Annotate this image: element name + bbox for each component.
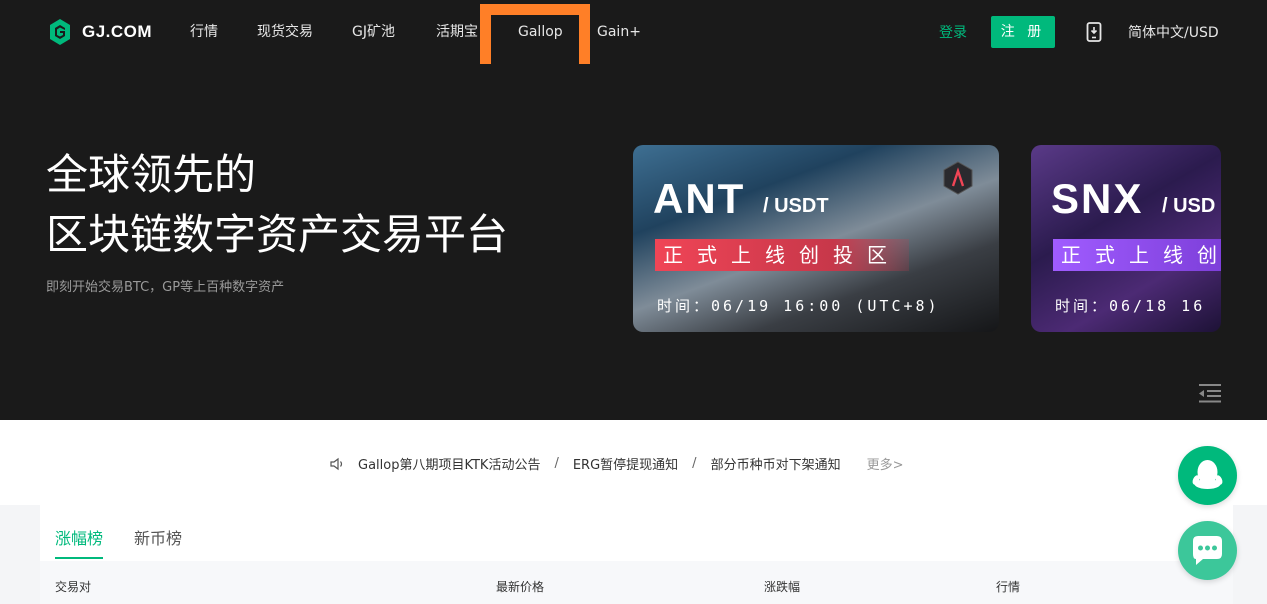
announcement-item[interactable]: Gallop第八期项目KTK活动公告	[358, 454, 540, 473]
banner-pair: / USDT	[763, 195, 829, 217]
hero-title-line2: 区块链数字资产交易平台	[46, 210, 509, 259]
column-header-price[interactable]: 最新价格	[496, 578, 544, 595]
nav-item-savings[interactable]: 活期宝	[436, 22, 478, 42]
login-link[interactable]: 登录	[939, 22, 967, 42]
separator: /	[554, 456, 559, 471]
top-navbar: GJ.COM 行情 现货交易 GJ矿池 活期宝 Gallop Gain+ 登录 …	[0, 0, 1267, 64]
banner-coin: ANT	[653, 175, 746, 222]
more-announcements-link[interactable]: 更多>	[867, 454, 904, 473]
column-header-pair[interactable]: 交易对	[55, 578, 91, 595]
announcement-bar: Gallop第八期项目KTK活动公告 / ERG暂停提现通知 / 部分币种币对下…	[0, 420, 1267, 505]
logo[interactable]: GJ.COM	[48, 19, 152, 45]
active-tab-indicator	[55, 557, 103, 559]
chat-bubble-icon	[1193, 536, 1222, 565]
column-header-chart: 行情	[996, 580, 1021, 594]
tab-gainers[interactable]: 涨幅榜	[55, 525, 103, 549]
collapse-menu-icon[interactable]	[1198, 383, 1222, 403]
qq-contact-button[interactable]	[1178, 446, 1237, 505]
speaker-icon	[330, 457, 343, 470]
hero-title-line1: 全球领先的	[46, 150, 257, 199]
banner-time: 时间：06/19 16:00 (UTC+8)	[657, 297, 940, 315]
banner-ant-listing[interactable]: ANT / USDT 正式上线创投区 时间：06/19 16:00 (UTC+8…	[633, 145, 999, 332]
language-currency-selector[interactable]: 简体中文/USD	[1128, 22, 1219, 42]
logo-text: GJ.COM	[82, 22, 153, 41]
separator: /	[692, 456, 697, 471]
register-button[interactable]: 注 册	[991, 16, 1055, 48]
nav-item-gallop[interactable]: Gallop	[518, 22, 563, 42]
qq-penguin-icon	[1192, 460, 1223, 489]
table-header: 交易对 最新价格 涨跌幅 行情	[40, 561, 1233, 604]
logo-icon	[50, 19, 70, 45]
banner-tag: 正式上线创	[1053, 239, 1221, 271]
mobile-download-icon[interactable]	[1086, 22, 1102, 42]
hero-section: 全球领先的 区块链数字资产交易平台 即刻开始交易BTC，GP等上百种数字资产 A…	[0, 64, 1267, 420]
nav-item-market[interactable]: 行情	[190, 22, 218, 42]
nav-item-gain-plus[interactable]: Gain+	[597, 22, 641, 42]
banner-snx-listing[interactable]: SNX / USD 正式上线创 时间：06/18 16	[1031, 145, 1221, 332]
nav-item-mining-pool[interactable]: GJ矿池	[352, 22, 395, 42]
banner-tag: 正式上线创投区	[655, 239, 909, 271]
hero-subtitle: 即刻开始交易BTC，GP等上百种数字资产	[46, 280, 285, 295]
tab-new-coins[interactable]: 新币榜	[134, 525, 182, 549]
ranking-panel: 涨幅榜 新币榜 交易对 最新价格 涨跌幅 行情	[40, 505, 1233, 604]
banner-pair: / USD	[1162, 195, 1216, 217]
announcement-list: Gallop第八期项目KTK活动公告 / ERG暂停提现通知 / 部分币种币对下…	[330, 454, 903, 473]
chat-support-button[interactable]	[1178, 521, 1237, 580]
announcement-item[interactable]: 部分币种币对下架通知	[711, 454, 841, 473]
banner-time: 时间：06/18 16	[1055, 297, 1206, 315]
nav-item-spot-trading[interactable]: 现货交易	[257, 22, 313, 42]
banner-coin: SNX	[1051, 175, 1144, 222]
column-header-change[interactable]: 涨跌幅	[764, 578, 800, 595]
ant-logo-icon	[943, 161, 973, 195]
announcement-item[interactable]: ERG暂停提现通知	[573, 454, 678, 473]
